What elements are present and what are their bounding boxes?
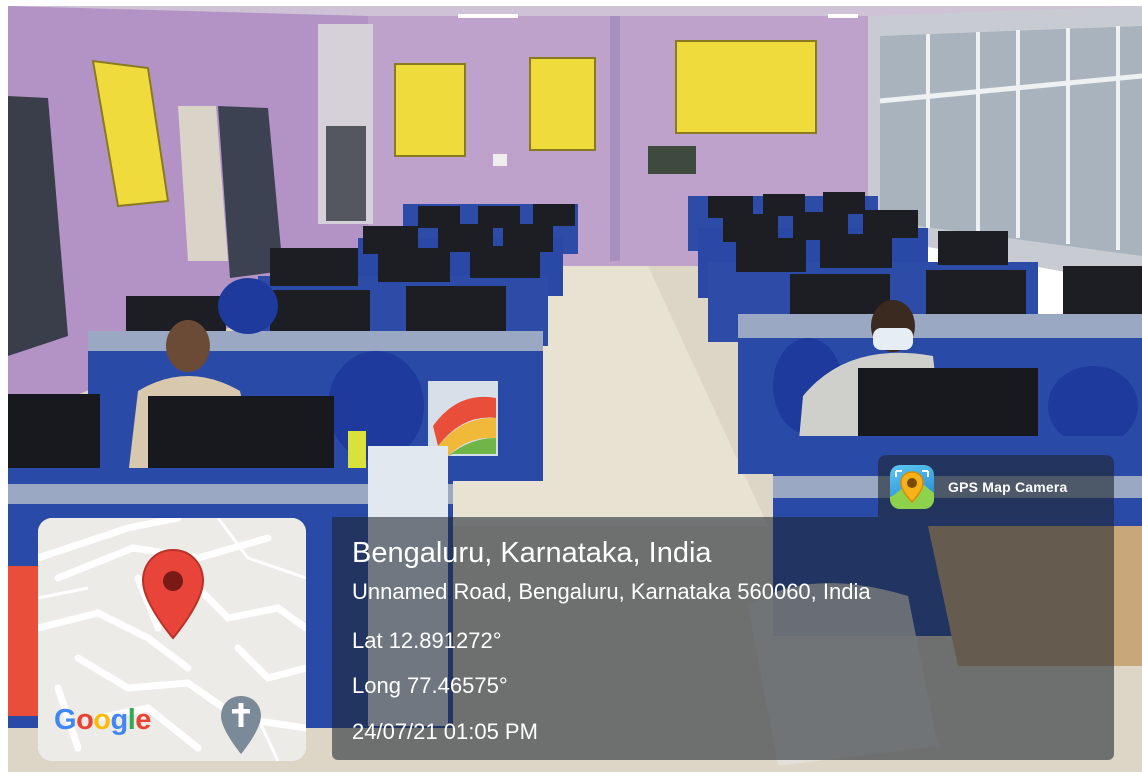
app-name-label: GPS Map Camera bbox=[948, 479, 1068, 495]
location-address: Unnamed Road, Bengaluru, Karnataka 56006… bbox=[352, 579, 871, 604]
google-logo: Google bbox=[54, 704, 151, 736]
timestamp: 24/07/21 01:05 PM bbox=[352, 719, 538, 744]
gps-map-camera-app-icon bbox=[890, 465, 934, 509]
longitude-readout: Long 77.46575° bbox=[352, 673, 508, 698]
gps-map-camera-badge: GPS Map Camera bbox=[878, 455, 1114, 517]
latitude-readout: Lat 12.891272° bbox=[352, 628, 502, 653]
map-thumbnail[interactable]: Google bbox=[38, 518, 306, 761]
location-info-panel: Bengaluru, Karnataka, India Unnamed Road… bbox=[332, 517, 1114, 760]
location-title: Bengaluru, Karnataka, India bbox=[352, 537, 712, 569]
location-pin-icon bbox=[141, 548, 205, 640]
church-cross-icon bbox=[221, 696, 261, 754]
